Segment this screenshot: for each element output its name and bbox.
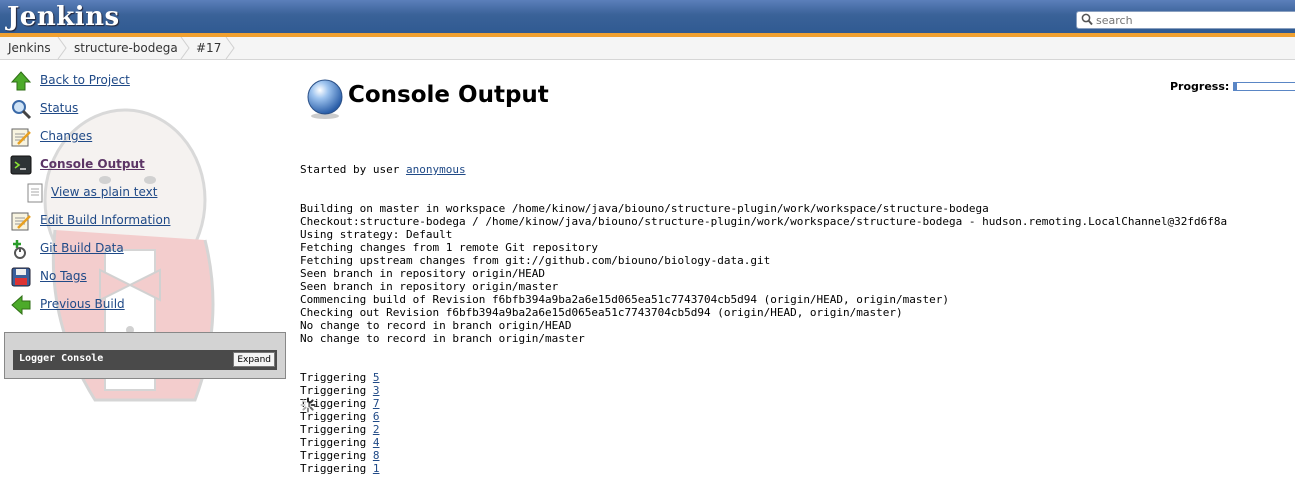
console-line: Seen branch in repository origin/HEAD [300, 267, 546, 280]
notepad-icon [11, 128, 31, 147]
console-line: Fetching changes from 1 remote Git repos… [300, 241, 599, 254]
triggering-prefix: Triggering [300, 436, 373, 449]
console-line-triggering: Triggering 7 [300, 397, 1227, 410]
document-icon [27, 183, 43, 203]
edit-build-information-link[interactable]: Edit Build Information [40, 213, 170, 227]
console-line-triggering: Triggering 8 [300, 449, 1227, 462]
triggered-build-link[interactable]: 1 [373, 462, 380, 475]
console-line-triggering: Triggering 6 [300, 410, 1227, 423]
page-title: Console Output [348, 82, 549, 108]
console-line: Using strategy: Default [300, 228, 453, 241]
notepad-icon [11, 212, 31, 231]
jenkins-logo[interactable]: Jenkins [7, 2, 120, 32]
breadcrumb-jenkins[interactable]: Jenkins [8, 37, 51, 59]
breadcrumb: Jenkins structure-bodega #17 [0, 37, 1295, 60]
magnifier-icon [12, 100, 32, 120]
breadcrumb-separator-icon [57, 37, 67, 59]
logger-console-bar: Logger Console Expand [13, 350, 277, 370]
triggering-prefix: Triggering [300, 371, 373, 384]
console-output-text: Started by user anonymous Building on ma… [300, 137, 1227, 488]
progress-fill [1234, 83, 1237, 90]
progress-bar [1233, 82, 1295, 91]
user-anonymous-link[interactable]: anonymous [406, 163, 466, 176]
console-line-triggering: Triggering 2 [300, 423, 1227, 436]
changes-link[interactable]: Changes [40, 129, 92, 143]
logger-console-panel: Logger Console Expand [4, 332, 286, 379]
back-to-project-link[interactable]: Back to Project [40, 73, 130, 87]
no-tags-link[interactable]: No Tags [40, 269, 87, 283]
logger-console-title: Logger Console [19, 353, 104, 364]
trigger-lines: Triggering 5 Triggering 3 Triggering 7 Trig… [300, 371, 1227, 475]
console-line-started: Started by user anonymous [300, 163, 1227, 176]
loading-spinner-icon [300, 397, 316, 413]
console-line: No change to record in branch origin/mas… [300, 332, 585, 345]
triggered-build-link[interactable]: 8 [373, 449, 380, 462]
console-line: Fetching upstream changes from git://git… [300, 254, 771, 267]
build-status-ball-icon [307, 79, 343, 119]
header-bar: Jenkins [0, 0, 1295, 37]
git-build-data-link[interactable]: Git Build Data [40, 241, 124, 255]
triggered-build-link[interactable]: 4 [373, 436, 380, 449]
console-line-triggering: Triggering 4 [300, 436, 1227, 449]
started-prefix: Started by user [300, 163, 406, 176]
breadcrumb-build[interactable]: #17 [196, 37, 221, 59]
console-line: Seen branch in repository origin/master [300, 280, 559, 293]
left-arrow-icon [11, 294, 31, 316]
triggered-build-link[interactable]: 2 [373, 423, 380, 436]
up-arrow-icon [10, 71, 32, 91]
console-lines: Building on master in workspace /home/ki… [300, 202, 1227, 345]
console-line: Checking out Revision f6bfb394a9ba2a6e15… [300, 306, 903, 319]
triggering-prefix: Triggering [300, 462, 373, 475]
search-box[interactable] [1076, 11, 1295, 29]
view-plain-text-link[interactable]: View as plain text [51, 185, 157, 199]
search-input[interactable] [1096, 13, 1295, 27]
status-link[interactable]: Status [40, 101, 78, 115]
triggered-build-link[interactable]: 5 [373, 371, 380, 384]
search-icon [1081, 13, 1093, 26]
triggering-prefix: Triggering [300, 449, 373, 462]
console-line-triggering: Triggering 3 [300, 384, 1227, 397]
breadcrumb-separator-icon [180, 37, 190, 59]
triggered-build-link[interactable]: 6 [373, 410, 380, 423]
expand-button[interactable]: Expand [233, 352, 275, 367]
triggering-prefix: Triggering [300, 423, 373, 436]
console-line: Commencing build of Revision f6bfb394a9b… [300, 293, 950, 306]
breadcrumb-project[interactable]: structure-bodega [74, 37, 178, 59]
console-line-triggering: Triggering 1 [300, 462, 1227, 475]
triggering-prefix: Triggering [300, 384, 373, 397]
triggered-build-link[interactable]: 3 [373, 384, 380, 397]
console-line: Building on master in workspace /home/ki… [300, 202, 989, 215]
console-output-link[interactable]: Console Output [40, 157, 145, 171]
previous-build-link[interactable]: Previous Build [40, 297, 125, 311]
save-icon [11, 267, 31, 287]
breadcrumb-separator-icon [225, 37, 235, 59]
git-icon [13, 240, 26, 259]
console-line-triggering: Triggering 5 [300, 371, 1227, 384]
triggered-build-link[interactable]: 7 [373, 397, 380, 410]
console-line: Checkout:structure-bodega / /home/kinow/… [300, 215, 1228, 228]
progress-label: Progress: [1170, 80, 1230, 93]
terminal-icon [10, 155, 32, 175]
console-line: No change to record in branch origin/HEA… [300, 319, 572, 332]
